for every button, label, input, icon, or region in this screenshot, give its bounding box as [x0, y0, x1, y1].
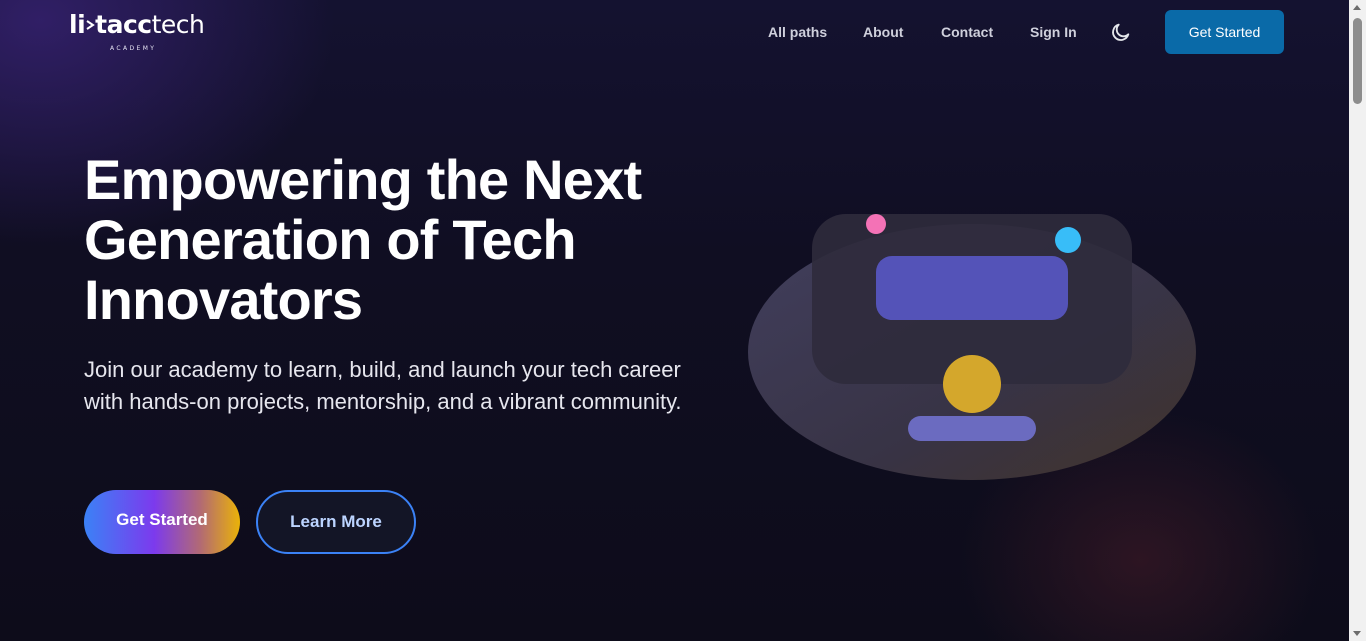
hero-illustration [748, 200, 1198, 482]
learn-more-button[interactable]: Learn More [256, 490, 416, 554]
nav-link-about[interactable]: About [863, 24, 903, 40]
moon-icon[interactable] [1110, 21, 1132, 43]
logo-part-1: li [69, 10, 86, 39]
scroll-down-icon[interactable] [1353, 631, 1361, 636]
logo-part-3: tech [151, 10, 205, 39]
nav-link-sign-in[interactable]: Sign In [1030, 24, 1077, 40]
logo-subtitle: ACADEMY [110, 45, 157, 52]
get-started-button[interactable]: Get Started [84, 490, 240, 554]
illustration-dot-pink [866, 214, 886, 234]
hero-subtitle: Join our academy to learn, build, and la… [84, 357, 682, 414]
page-scrollbar[interactable] [1349, 0, 1366, 641]
nav-link-all-paths[interactable]: All paths [768, 24, 827, 40]
top-navigation: li tacctech ACADEMY All paths About Conta… [0, 0, 1366, 64]
illustration-person-body [908, 416, 1036, 441]
illustration-dot-cyan [1055, 227, 1081, 253]
illustration-screen [876, 256, 1068, 320]
scroll-up-icon[interactable] [1353, 5, 1361, 10]
logo-wordmark: li tacctech [69, 10, 205, 39]
illustration-person-head [943, 355, 1001, 413]
hero-title: Empowering the Next Generation of Tech I… [84, 148, 642, 331]
nav-get-started-button[interactable]: Get Started [1165, 10, 1284, 54]
logo-slash-icon [85, 10, 95, 39]
brand-logo[interactable]: li tacctech ACADEMY [69, 10, 209, 56]
scrollbar-thumb[interactable] [1353, 18, 1362, 104]
logo-part-2: tacc [95, 10, 152, 39]
nav-link-contact[interactable]: Contact [941, 24, 993, 40]
